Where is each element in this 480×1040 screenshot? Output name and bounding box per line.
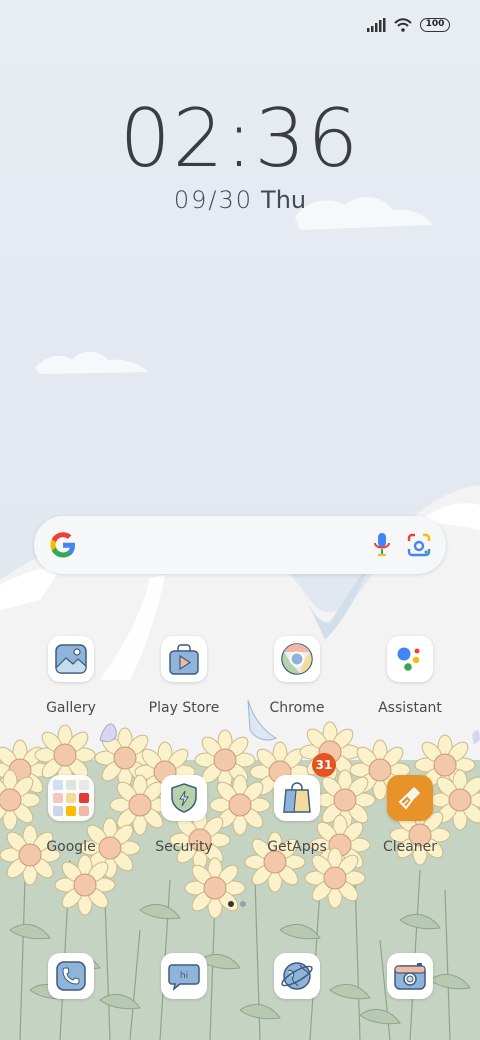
app-gallery[interactable]: Gallery [15,636,127,716]
google-logo-icon [50,532,75,558]
page-dot [240,901,246,907]
browser-icon [274,953,320,999]
app-getapps[interactable]: 31 GetApps [241,753,353,855]
phone-icon [48,953,94,999]
messaging-icon: hi [161,953,207,999]
getapps-icon: 31 [274,753,336,821]
signal-icon [367,18,386,32]
page-indicator[interactable] [228,901,246,907]
cleaner-icon [387,775,433,821]
microphone-icon[interactable] [374,532,390,558]
app-play-store[interactable]: Play Store [128,636,240,716]
wifi-icon [394,18,412,32]
app-label: Play Store [148,700,220,716]
google-lens-icon[interactable] [406,532,432,558]
chrome-icon [274,636,320,682]
app-chrome[interactable]: Chrome [241,636,353,716]
app-label: Cleaner [382,839,438,855]
date-text: 09/30 [173,186,254,214]
status-bar: 100 [366,18,450,32]
app-label: Google [46,839,96,855]
dock-browser[interactable] [274,953,320,999]
app-label: GetApps [267,839,327,855]
app-cleaner[interactable]: Cleaner [354,775,466,855]
app-label: Assistant [378,700,442,716]
app-label: Gallery [46,700,96,716]
page-dot [228,901,234,907]
dock-messaging[interactable]: hi [161,953,207,999]
clock-date[interactable]: 09/30 Thu [0,186,480,214]
home-screen: 100 02:36 09/30 Thu Gallery Play Store C… [0,0,480,1040]
dock-camera[interactable] [387,953,433,999]
google-search-bar[interactable] [34,516,446,574]
app-assistant[interactable]: Assistant [354,636,466,716]
app-label: Chrome [269,700,325,716]
assistant-icon [387,636,433,682]
play-store-icon [161,636,207,682]
notification-badge: 31 [312,753,336,777]
app-security[interactable]: Security [128,775,240,855]
weekday-text: Thu [261,186,307,214]
app-label: Security [155,839,213,855]
dock-phone[interactable] [48,953,94,999]
security-icon [161,775,207,821]
app-folder-google[interactable]: Google [15,775,127,855]
folder-icon [48,775,94,821]
clock-time[interactable]: 02:36 [0,92,480,185]
battery-icon: 100 [420,18,450,32]
messaging-hi-text: hi [180,971,188,981]
gallery-icon [48,636,94,682]
camera-icon [387,953,433,999]
